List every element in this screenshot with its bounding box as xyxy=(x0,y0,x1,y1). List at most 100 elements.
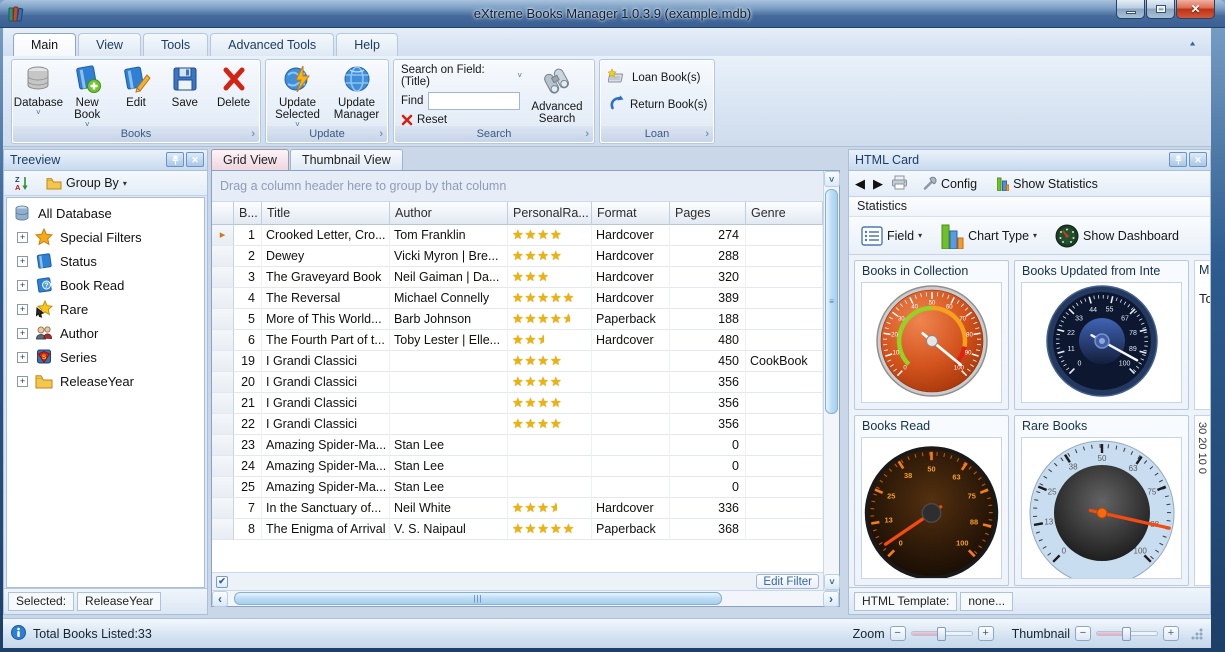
table-row[interactable]: 19 I Grandi Classici ★★★★ 450 CookBook xyxy=(212,351,823,372)
html-template-value[interactable]: none... xyxy=(960,591,1014,611)
expand-plus-icon[interactable] xyxy=(17,327,28,339)
panel-close-icon[interactable] xyxy=(1189,152,1207,167)
tab-help[interactable]: Help xyxy=(336,33,398,56)
back-button[interactable] xyxy=(855,176,865,192)
loan-books-button[interactable]: Loan Book(s) xyxy=(607,68,714,87)
zoom-slider[interactable] xyxy=(910,627,973,641)
tree-item-book-read[interactable]: ? Book Read xyxy=(7,273,204,297)
table-row[interactable]: 8 The Enigma of Arrival V. S. Naipaul ★★★★★… xyxy=(212,519,823,540)
scroll-left-icon[interactable] xyxy=(212,591,228,607)
scroll-right-icon[interactable] xyxy=(823,591,839,607)
horizontal-scrollbar[interactable] xyxy=(212,590,839,607)
column-header-author[interactable]: Author xyxy=(390,202,508,225)
tab-view[interactable]: View xyxy=(78,33,141,56)
edit-button[interactable]: Edit xyxy=(112,63,160,129)
close-button[interactable] xyxy=(1176,0,1215,19)
chart-type-button[interactable]: Chart Type ▾ xyxy=(934,220,1043,252)
thumbnail-in-button[interactable] xyxy=(1163,626,1179,641)
database-button[interactable]: Database xyxy=(14,63,63,129)
horizontal-scroll-thumb[interactable] xyxy=(234,592,722,605)
tree-item-author[interactable]: Author xyxy=(7,321,204,345)
table-row[interactable]: 21 I Grandi Classici ★★★★ 356 xyxy=(212,393,823,414)
tree-item-rare[interactable]: Rare xyxy=(7,297,204,321)
column-header-pages[interactable]: Pages xyxy=(670,202,746,225)
table-row[interactable]: 2 Dewey Vicki Myron | Bre... ★★★★ Hardcover 2… xyxy=(212,246,823,267)
group-expand-icon[interactable] xyxy=(705,126,709,142)
edit-filter-button[interactable]: Edit Filter xyxy=(756,574,819,589)
group-expand-icon[interactable] xyxy=(251,126,255,142)
ribbon-collapse-icon[interactable] xyxy=(1188,38,1197,48)
vertical-scrollbar[interactable] xyxy=(823,171,840,590)
expand-plus-icon[interactable] xyxy=(17,303,28,315)
table-row[interactable]: 4 The Reversal Michael Connelly ★★★★★ Hardco… xyxy=(212,288,823,309)
column-header-indicator[interactable] xyxy=(212,202,234,225)
search-on-field-button[interactable]: Search on Field: (Title) xyxy=(401,64,514,88)
scroll-up-icon[interactable] xyxy=(824,171,840,187)
update-manager-button[interactable]: Update Manager xyxy=(328,63,386,129)
column-header-genre[interactable]: Genre xyxy=(746,202,823,225)
group-expand-icon[interactable] xyxy=(585,126,589,142)
zoom-in-button[interactable] xyxy=(977,626,994,641)
find-input[interactable] xyxy=(428,92,521,110)
expand-plus-icon[interactable] xyxy=(17,255,28,267)
config-button[interactable]: Config xyxy=(916,173,983,194)
sort-az-button[interactable]: ZA xyxy=(8,172,36,194)
save-button[interactable]: Save xyxy=(161,63,209,129)
delete-button[interactable]: Delete xyxy=(210,63,258,129)
return-books-button[interactable]: Return Book(s) xyxy=(608,95,714,114)
forward-button[interactable] xyxy=(873,176,883,192)
tab-thumbnail-view[interactable]: Thumbnail View xyxy=(289,149,403,170)
tree-item-status[interactable]: Status xyxy=(7,249,204,273)
table-row[interactable]: 24 Amazing Spider-Ma... Stan Lee 0 xyxy=(212,456,823,477)
tab-tools[interactable]: Tools xyxy=(142,33,209,56)
tab-advanced-tools[interactable]: Advanced Tools xyxy=(210,33,335,56)
column-header-b[interactable]: B... xyxy=(234,202,262,225)
column-header-format[interactable]: Format xyxy=(592,202,670,225)
expand-plus-icon[interactable] xyxy=(17,375,28,387)
table-row[interactable]: 3 The Graveyard Book Neil Gaiman | Da... ★★… xyxy=(212,267,823,288)
minimize-button[interactable] xyxy=(1116,0,1145,19)
thumbnail-out-button[interactable] xyxy=(1075,626,1091,641)
vertical-scroll-thumb[interactable] xyxy=(825,189,838,414)
column-header-title[interactable]: Title xyxy=(262,202,390,225)
column-header-personalra[interactable]: PersonalRa... xyxy=(508,202,592,225)
zoom-slider-thumb[interactable] xyxy=(936,627,946,641)
filter-checkbox[interactable] xyxy=(216,575,228,588)
group-by-button[interactable]: Group By ▾ xyxy=(40,173,133,193)
update-selected-button[interactable]: Update Selected xyxy=(269,63,327,129)
pin-icon[interactable] xyxy=(166,152,184,167)
table-row[interactable]: 23 Amazing Spider-Ma... Stan Lee 0 xyxy=(212,435,823,456)
table-row[interactable]: 25 Amazing Spider-Ma... Stan Lee 0 xyxy=(212,477,823,498)
table-row[interactable]: 5More of This World...Barb Johnson★★★★★P… xyxy=(212,309,823,330)
reset-button[interactable]: Reset xyxy=(401,114,522,126)
tree-item-releaseyear[interactable]: ReleaseYear xyxy=(7,369,204,393)
table-row[interactable]: 20 I Grandi Classici ★★★★ 356 xyxy=(212,372,823,393)
resize-grip[interactable] xyxy=(1190,627,1203,640)
expand-plus-icon[interactable] xyxy=(17,351,28,363)
maximize-button[interactable] xyxy=(1146,0,1175,19)
scroll-down-icon[interactable] xyxy=(824,574,840,590)
tree-item-special-filters[interactable]: Special Filters xyxy=(7,225,204,249)
expand-plus-icon[interactable] xyxy=(17,231,28,243)
show-dashboard-button[interactable]: Show Dashboard xyxy=(1049,221,1185,251)
tab-grid-view[interactable]: Grid View xyxy=(211,149,289,170)
print-icon[interactable] xyxy=(891,175,908,193)
table-row[interactable]: 6 The Fourth Part of t... Toby Lester | El… xyxy=(212,330,823,351)
new-book-button[interactable]: New Book xyxy=(63,63,111,129)
pin-icon[interactable] xyxy=(1169,152,1187,167)
zoom-out-button[interactable] xyxy=(889,626,906,641)
expand-plus-icon[interactable] xyxy=(17,279,28,291)
table-row[interactable]: 7In the Sanctuary of...Neil White★★★★Har… xyxy=(212,498,823,519)
table-row[interactable]: 22 I Grandi Classici ★★★★ 356 xyxy=(212,414,823,435)
table-row[interactable]: ▸ 1 Crooked Letter, Cro... Tom Franklin ★★★★… xyxy=(212,225,823,246)
group-expand-icon[interactable] xyxy=(379,126,383,142)
field-button[interactable]: Field ▾ xyxy=(855,223,928,249)
advanced-search-button[interactable]: Advanced Search xyxy=(526,66,588,125)
show-statistics-button[interactable]: Show Statistics xyxy=(991,174,1104,194)
tab-main[interactable]: Main xyxy=(13,33,77,56)
panel-close-icon[interactable] xyxy=(186,152,204,167)
tree-item-all-database[interactable]: All Database xyxy=(7,201,204,225)
thumbnail-slider[interactable] xyxy=(1096,627,1158,641)
thumbnail-slider-thumb[interactable] xyxy=(1122,627,1132,641)
tree-item-series[interactable]: S Series xyxy=(7,345,204,369)
